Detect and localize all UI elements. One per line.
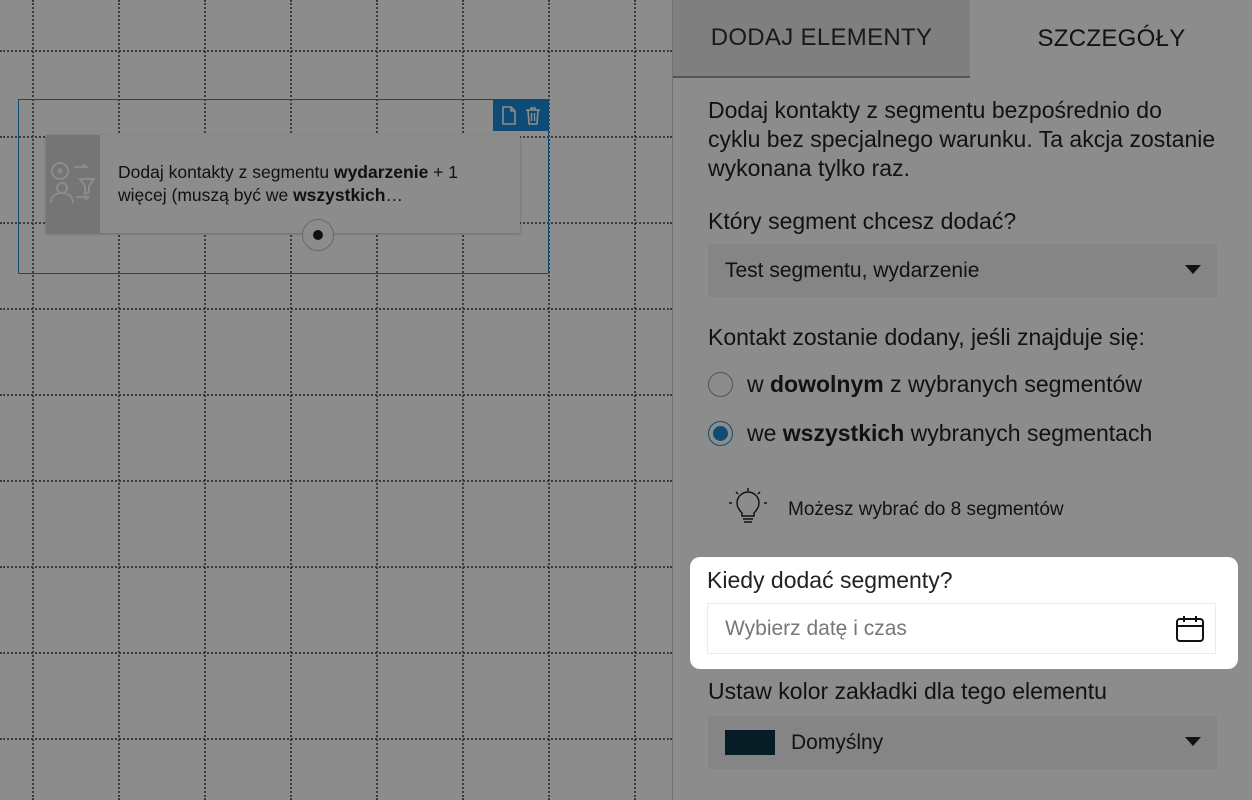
details-panel: DODAJ ELEMENTY SZCZEGÓŁY Dodaj kontakty … [672,0,1252,800]
tab-color-select[interactable]: Domyślny [708,716,1217,769]
date-placeholder: Wybierz datę i czas [725,616,907,640]
highlighted-date-section: Kiedy dodać segmenty? Wybierz datę i cza… [690,557,1238,669]
segment-question: Który segment chcesz dodać? [708,208,1017,234]
action-description: Dodaj kontakty z segmentu bezpośrednio d… [708,97,1216,181]
radio-all-bold: wszystkich [782,420,905,446]
node-toolbar [493,99,549,131]
segment-select[interactable]: Test segmentu, wydarzenie [708,244,1217,297]
tab-add-elements[interactable]: DODAJ ELEMENTY [673,0,970,78]
calendar-icon[interactable] [1175,615,1205,649]
node-text-prefix: Dodaj kontakty z segmentu [118,162,334,182]
segment-add-icon [46,157,100,212]
grid-hline [0,652,672,654]
color-swatch [725,730,775,755]
node-text-ellipsis: … [385,185,403,205]
condition-label: Kontakt zostanie dodany, jeśli znajduje … [708,324,1145,350]
node-connector[interactable] [302,219,334,251]
grid-hline [0,738,672,740]
panel-tabs: DODAJ ELEMENTY SZCZEGÓŁY [673,0,1252,78]
chevron-down-icon [1185,737,1201,746]
grid-hline [0,566,672,568]
radio-checked-dot [713,426,728,441]
radio-all-segments[interactable]: we wszystkich wybranych segmentach [708,420,1218,447]
document-icon[interactable] [501,105,517,125]
chevron-down-icon [1185,265,1201,274]
node-segment-name: wydarzenie [333,162,429,182]
grid-vline [634,0,636,800]
when-label: Kiedy dodać segmenty? [707,567,953,593]
node-icon-box [46,135,100,233]
grid-hline [0,480,672,482]
radio-any-segment[interactable]: w dowolnym z wybranych segmentów [708,371,1218,398]
add-segment-node[interactable]: Dodaj kontakty z segmentu wydarzenie + 1… [46,135,520,233]
radio-all-suffix: wybranych segmentach [904,420,1153,446]
grid-hline [0,308,672,310]
hint-text: Możesz wybrać do 8 segmentów [788,499,1064,520]
node-description: Dodaj kontakty z segmentu wydarzenie + 1… [100,135,520,233]
date-time-input[interactable]: Wybierz datę i czas [707,603,1216,654]
radio-all-indicator[interactable] [708,421,733,446]
lightbulb-icon [728,487,768,533]
color-select-value: Domyślny [791,730,884,754]
radio-any-suffix: z wybranych segmentów [883,371,1142,397]
radio-all-prefix: we [747,420,783,446]
grid-hline [0,394,672,396]
node-condition: wszystkich [293,185,386,205]
radio-all-label: we wszystkich wybranych segmentach [747,420,1152,447]
tab-details[interactable]: SZCZEGÓŁY [970,0,1252,78]
workflow-canvas[interactable]: Dodaj kontakty z segmentu wydarzenie + 1… [0,0,672,800]
segment-limit-hint: Możesz wybrać do 8 segmentów [728,487,1218,533]
connector-dot [313,230,323,240]
trash-icon[interactable] [525,106,541,125]
radio-any-bold: dowolnym [770,371,884,397]
radio-any-prefix: w [747,371,770,397]
radio-any-label: w dowolnym z wybranych segmentów [747,371,1142,398]
grid-hline [0,50,672,52]
radio-any-indicator[interactable] [708,372,733,397]
color-label: Ustaw kolor zakładki dla tego elementu [708,678,1107,704]
segment-select-value: Test segmentu, wydarzenie [725,258,980,282]
